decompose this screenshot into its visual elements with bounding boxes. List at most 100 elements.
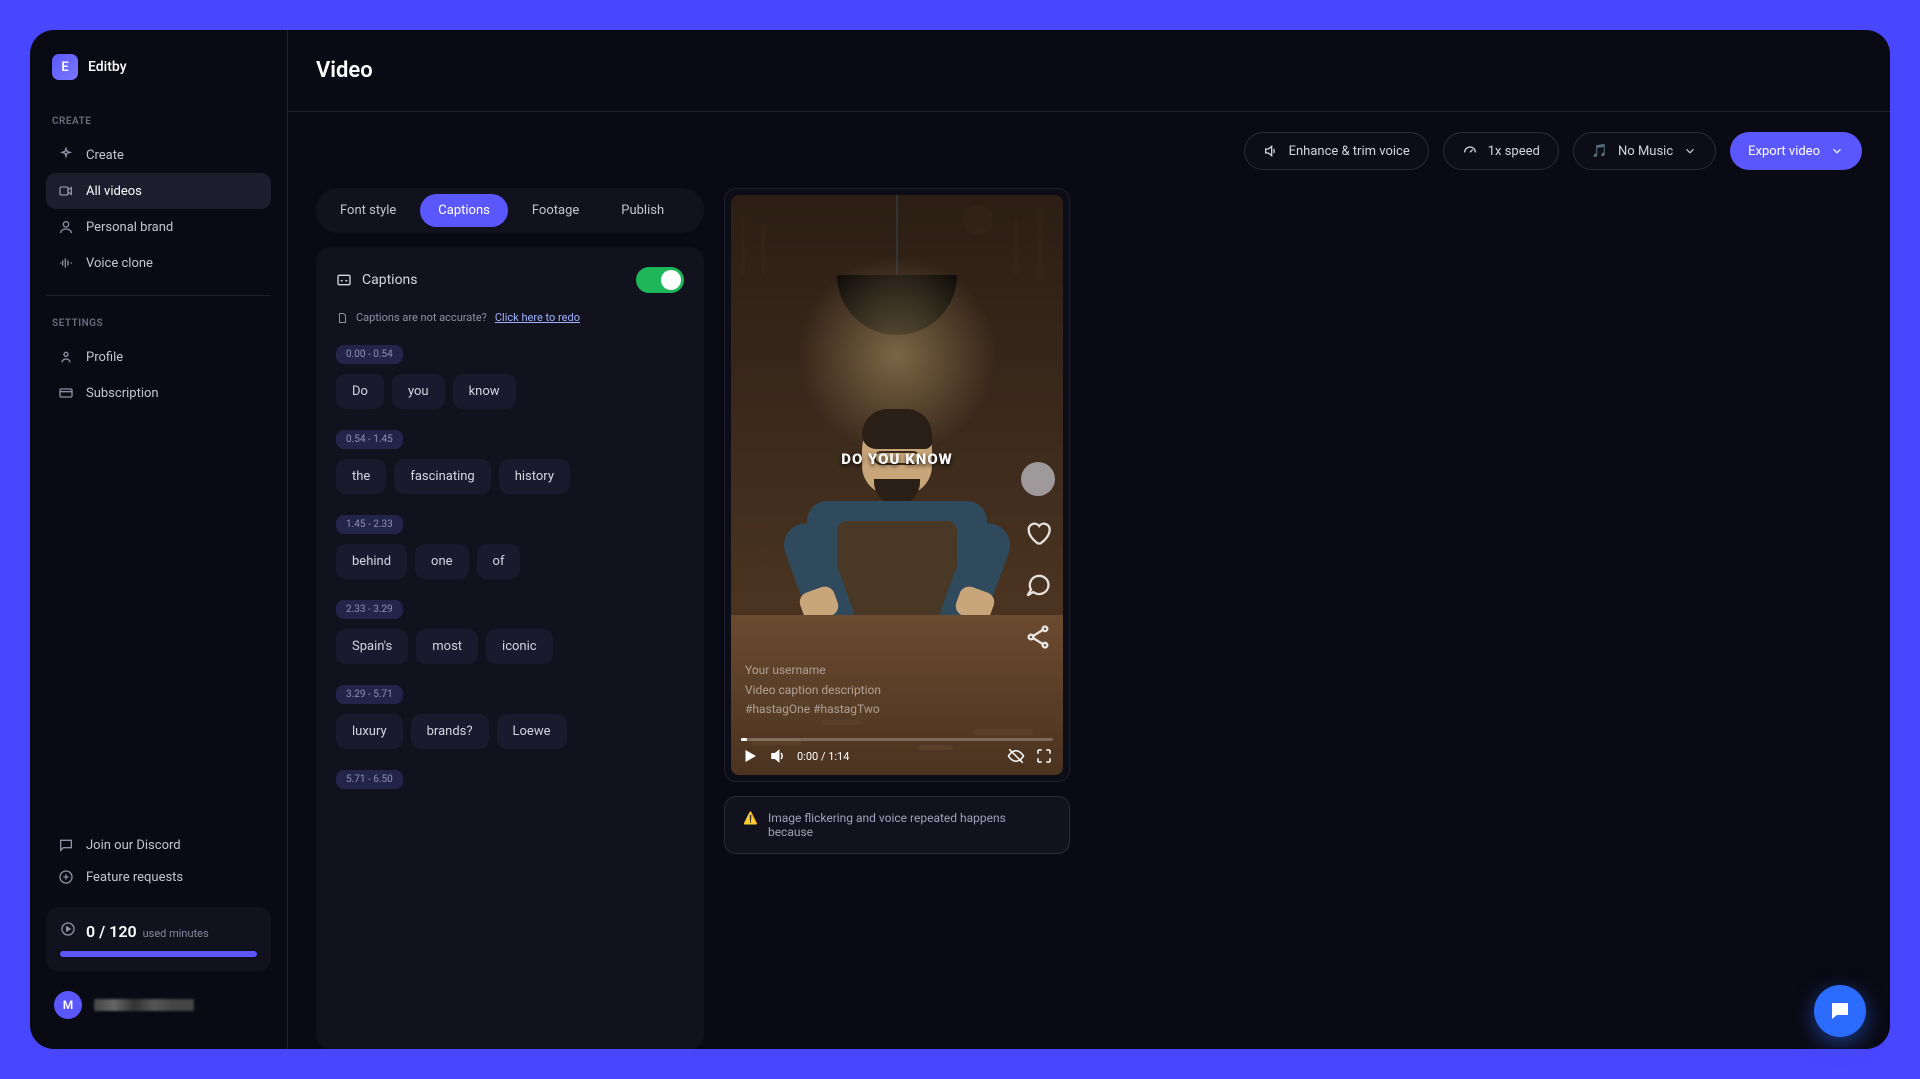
tab-captions[interactable]: Captions [420,194,508,227]
video-side-actions [1021,462,1055,652]
link-discord[interactable]: Join our Discord [46,829,271,861]
volume-icon[interactable] [769,747,787,765]
app-shell: E Editby CREATE Create All videos Person… [30,30,1890,1049]
share-icon[interactable] [1023,622,1053,652]
play-circle-icon [60,921,76,937]
video-preview[interactable]: DO YOU KNOW Your username Video caption … [731,195,1063,775]
word-chip[interactable]: know [453,374,516,409]
player-controls: 0:00 / 1:14 [741,747,1053,765]
creator-avatar[interactable] [1021,462,1055,496]
video-caption-overlay: DO YOU KNOW [841,450,953,468]
word-chip[interactable]: of [477,544,521,579]
chat-fab[interactable] [1814,985,1866,1037]
word-row: luxurybrands?Loewe [336,714,684,749]
tab-publish[interactable]: Publish [603,194,682,227]
warning-text: Image flickering and voice repeated happ… [768,811,1051,839]
nav-voice-clone[interactable]: Voice clone [46,245,271,281]
user-icon [58,219,74,235]
caption-icon [336,272,352,288]
brand-row: E Editby [46,54,271,80]
captions-toggle[interactable] [636,267,684,293]
page-title: Video [316,58,373,83]
tab-font-style[interactable]: Font style [322,194,414,227]
music-icon: 🎵 [1592,144,1608,159]
card-icon [58,385,74,401]
topbar: Video [288,30,1890,112]
warning-icon: ⚠️ [743,811,758,839]
export-label: Export video [1748,144,1820,159]
redo-link[interactable]: Click here to redo [495,311,580,324]
nav-personal-brand-label: Personal brand [86,220,173,235]
sparkle-icon [58,147,74,163]
word-chip[interactable]: behind [336,544,407,579]
heart-icon[interactable] [1023,518,1053,548]
video-progress[interactable] [741,738,1053,741]
comment-icon[interactable] [1023,570,1053,600]
sidebar-divider [46,295,271,296]
word-chip[interactable]: history [499,459,570,494]
word-chip[interactable]: brands? [411,714,489,749]
word-chip[interactable]: you [392,374,445,409]
captions-panel-title: Captions [362,272,418,288]
music-button[interactable]: 🎵 No Music [1573,132,1716,170]
word-chip[interactable]: the [336,459,386,494]
video-description: Video caption description [745,681,881,700]
speed-label: 1x speed [1488,144,1540,159]
redo-row: Captions are not accurate? Click here to… [336,311,684,324]
enhance-voice-button[interactable]: Enhance & trim voice [1244,132,1429,170]
captions-panel: Captions Captions are not accurate? Clic… [316,247,704,1049]
sidebar: E Editby CREATE Create All videos Person… [30,30,288,1049]
chat-icon [58,837,74,853]
word-chip[interactable]: most [416,629,478,664]
chevron-down-icon [1830,144,1844,158]
link-discord-label: Join our Discord [86,838,181,853]
caption-block: 5.71 - 6.50 [336,767,684,799]
nav-all-videos[interactable]: All videos [46,173,271,209]
word-chip[interactable]: fascinating [394,459,490,494]
caption-block: 3.29 - 5.71 luxurybrands?Loewe [336,682,684,749]
word-chip[interactable]: Spain's [336,629,408,664]
nav-create-label: Create [86,148,124,163]
word-chip[interactable]: luxury [336,714,403,749]
word-chip[interactable]: one [415,544,469,579]
document-icon [336,312,348,324]
user-avatar: M [54,991,82,1019]
word-row: Doyouknow [336,374,684,409]
caption-block: 1.45 - 2.33behindoneof [336,512,684,579]
usage-box: 0 / 120 used minutes [46,907,271,971]
nav-personal-brand[interactable]: Personal brand [46,209,271,245]
nav-profile-label: Profile [86,350,123,365]
toolbar: Enhance & trim voice 1x speed 🎵 No Music… [288,112,1890,170]
content-row: Font style Captions Footage Publish Capt… [288,170,1890,1049]
word-row: Spain'smosticonic [336,629,684,664]
time-chip: 0.00 - 0.54 [336,345,403,364]
user-email-obscured [94,999,194,1011]
main: Video Enhance & trim voice 1x speed 🎵 No… [288,30,1890,1049]
speed-button[interactable]: 1x speed [1443,132,1559,170]
word-chip[interactable]: Do [336,374,384,409]
time-chip: 5.71 - 6.50 [336,770,403,789]
nav-voice-clone-label: Voice clone [86,256,153,271]
caption-block: 0.00 - 0.54 Doyouknow [336,342,684,409]
nav-subscription[interactable]: Subscription [46,375,271,411]
nav-create[interactable]: Create [46,137,271,173]
account-row[interactable]: M [46,985,271,1025]
export-button[interactable]: Export video [1730,132,1862,170]
link-feature-requests[interactable]: Feature requests [46,861,271,893]
tab-footage[interactable]: Footage [514,194,597,227]
preview-frame: DO YOU KNOW Your username Video caption … [724,188,1070,782]
word-chip[interactable]: Loewe [497,714,567,749]
section-label-settings: SETTINGS [52,318,271,329]
redo-prompt: Captions are not accurate? [356,311,487,324]
word-chip[interactable]: iconic [486,629,553,664]
editor-tabs: Font style Captions Footage Publish [316,188,704,233]
fullscreen-icon[interactable] [1035,747,1053,765]
eye-off-icon[interactable] [1007,747,1025,765]
time-chip: 3.29 - 5.71 [336,685,403,704]
time-chip: 2.33 - 3.29 [336,600,403,619]
nav-profile[interactable]: Profile [46,339,271,375]
link-feature-label: Feature requests [86,870,183,885]
caption-block: 0.54 - 1.45thefascinatinghistory [336,427,684,494]
caption-block: 2.33 - 3.29 Spain'smosticonic [336,597,684,664]
play-icon[interactable] [741,747,759,765]
